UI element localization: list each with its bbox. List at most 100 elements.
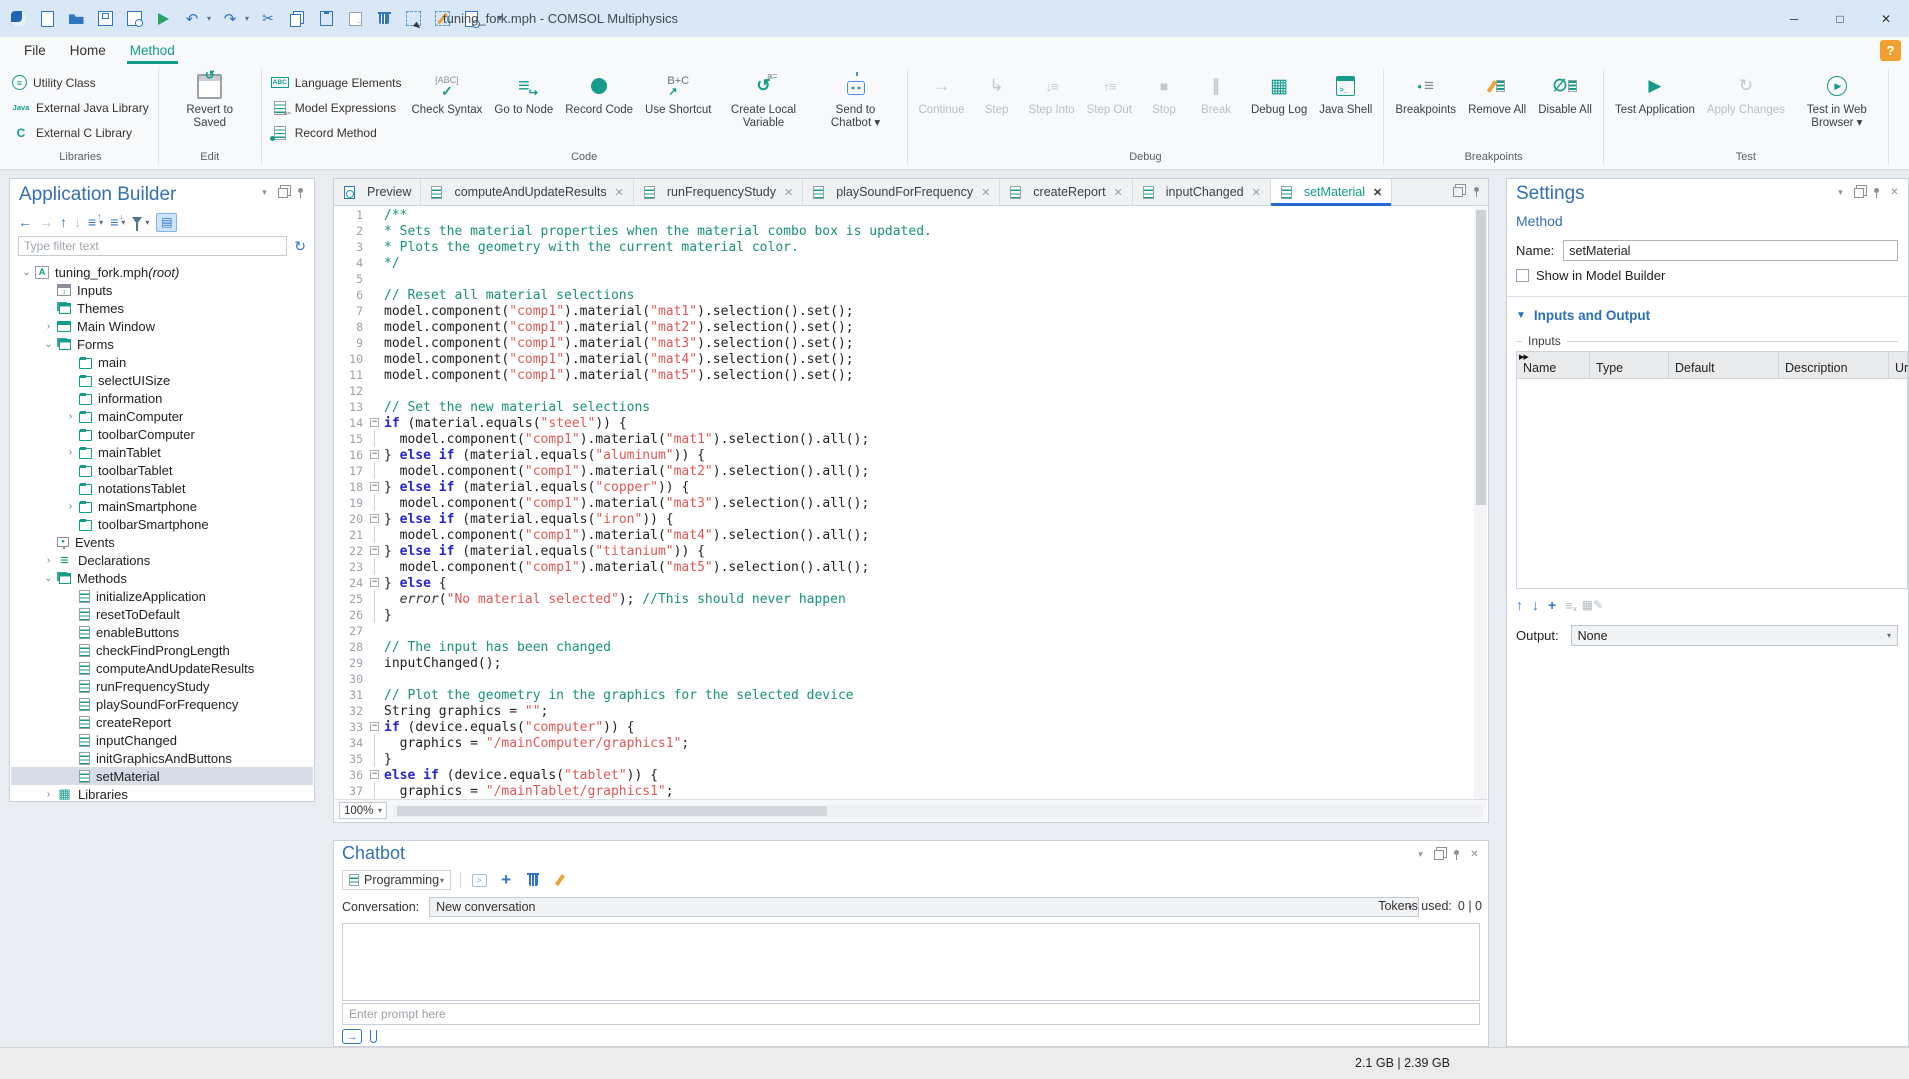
editor-zoom-control[interactable]: 100%▾ — [339, 802, 387, 819]
tree-item-tuning-fork-mph[interactable]: ⌄tuning_fork.mph (root) — [11, 263, 313, 281]
language-elements-button[interactable]: Language Elements — [271, 72, 402, 93]
fold-marker[interactable]: − — [369, 543, 384, 559]
expander-icon[interactable]: ⌄ — [41, 573, 56, 584]
disable-all-button[interactable]: Disable All — [1532, 68, 1598, 117]
tree-item-playsoundforfrequency[interactable]: playSoundForFrequency — [11, 695, 313, 713]
forward-icon[interactable]: → — [39, 214, 53, 230]
close-button[interactable]: ✕ — [1863, 0, 1909, 37]
inputs-table-body[interactable] — [1516, 379, 1908, 589]
tree-item-maincomputer[interactable]: ›mainComputer — [11, 407, 313, 425]
tree-item-toolbarsmartphone[interactable]: toolbarSmartphone — [11, 515, 313, 533]
collapse-icon[interactable]: − — [370, 578, 379, 587]
clear-conversation-icon[interactable] — [551, 871, 569, 889]
tree-item-themes[interactable]: Themes — [11, 299, 313, 317]
minimize-button[interactable]: ─ — [1771, 0, 1817, 37]
column-header-type[interactable]: Type — [1590, 352, 1669, 378]
undo-icon[interactable] — [182, 8, 202, 30]
panel-pin-icon[interactable] — [1869, 185, 1884, 200]
chevron-down-icon[interactable]: ▾ — [207, 14, 211, 23]
fold-marker[interactable]: − — [369, 511, 384, 527]
model-expressions-button[interactable]: Model Expressions — [271, 97, 402, 118]
inputs-and-output-section[interactable]: ▼ Inputs and Output — [1516, 308, 1898, 323]
maximize-editor-icon[interactable] — [1469, 184, 1484, 199]
go-to-node-button[interactable]: Go to Node — [488, 68, 559, 117]
scrollbar-thumb[interactable] — [397, 806, 827, 816]
send-prompt-icon[interactable]: → — [342, 1029, 362, 1044]
fold-marker[interactable]: − — [369, 447, 384, 463]
tree-item-enablebuttons[interactable]: enableButtons — [11, 623, 313, 641]
tree-item-setmaterial[interactable]: setMaterial — [11, 767, 313, 785]
tree-item-notationstablet[interactable]: notationsTablet — [11, 479, 313, 497]
close-tab-icon[interactable]: ✕ — [1114, 186, 1123, 199]
vertical-scrollbar[interactable] — [1474, 207, 1487, 799]
close-tab-icon[interactable]: ✕ — [1373, 186, 1382, 199]
tree-item-main[interactable]: main — [11, 353, 313, 371]
java-shell-button[interactable]: Java Shell — [1313, 68, 1378, 117]
attach-file-icon[interactable] — [370, 1030, 377, 1043]
expand-all-icon[interactable]: ≡↓ — [110, 214, 118, 230]
move-up-icon[interactable]: ↑ — [60, 214, 67, 230]
collapse-icon[interactable]: − — [370, 722, 379, 731]
expander-icon[interactable]: ⌄ — [41, 339, 56, 350]
editor-tab-runfrequencystudy[interactable]: runFrequencyStudy✕ — [634, 179, 803, 205]
send-to-chatbot-button[interactable]: Send to Chatbot ▾ — [810, 68, 902, 130]
record-code-button[interactable]: Record Code — [559, 68, 639, 117]
panel-menu-icon[interactable] — [1413, 847, 1428, 862]
tree-item-inputchanged[interactable]: inputChanged — [11, 731, 313, 749]
panel-close-icon[interactable] — [1887, 185, 1902, 200]
ribbon-tab-method[interactable]: Method — [118, 37, 187, 64]
split-editor-icon[interactable] — [1450, 184, 1465, 199]
fold-marker[interactable]: − — [369, 719, 384, 735]
expander-icon[interactable]: › — [41, 789, 56, 800]
close-tab-icon[interactable]: ✕ — [981, 186, 990, 199]
close-tab-icon[interactable]: ✕ — [784, 186, 793, 199]
panel-menu-icon[interactable] — [1833, 185, 1848, 200]
tree-item-libraries[interactable]: ›Libraries — [11, 785, 313, 800]
column-overflow-icon[interactable]: ▶▶ — [1519, 353, 1528, 361]
chatbot-prompt-input[interactable] — [342, 1003, 1480, 1025]
new-file-icon[interactable] — [37, 8, 57, 30]
collapse-all-icon[interactable]: ≡↑ — [88, 214, 96, 230]
duplicate-icon[interactable] — [345, 8, 365, 30]
save-as-icon[interactable] — [124, 8, 144, 30]
panel-close-icon[interactable] — [1467, 847, 1482, 862]
panel-float-icon[interactable] — [1851, 185, 1866, 200]
tree-item-information[interactable]: information — [11, 389, 313, 407]
utility-class-button[interactable]: Utility Class — [12, 72, 149, 93]
record-method-button[interactable]: Record Method — [271, 122, 402, 143]
column-header-un[interactable]: Un — [1889, 352, 1908, 378]
chatbot-mode-dropdown[interactable]: Programming ▾ — [342, 870, 451, 890]
fold-marker[interactable]: − — [369, 767, 384, 783]
save-icon[interactable] — [95, 8, 115, 30]
editor-tab-inputchanged[interactable]: inputChanged✕ — [1133, 179, 1271, 205]
tree-item-forms[interactable]: ⌄Forms — [11, 335, 313, 353]
external-java-library-button[interactable]: External Java Library — [12, 97, 149, 118]
maximize-button[interactable]: □ — [1817, 0, 1863, 37]
breakpoints-button[interactable]: Breakpoints — [1389, 68, 1462, 117]
collapse-icon[interactable]: − — [370, 770, 379, 779]
tree-item-checkfindpronglength[interactable]: checkFindProngLength — [11, 641, 313, 659]
delete-icon[interactable] — [374, 8, 394, 30]
collapse-icon[interactable]: − — [370, 482, 379, 491]
expander-icon[interactable]: › — [41, 555, 56, 566]
cut-icon[interactable] — [258, 8, 278, 30]
fold-marker[interactable]: − — [369, 575, 384, 591]
check-syntax-button[interactable]: Check Syntax — [405, 68, 488, 117]
add-input-icon[interactable]: + — [1548, 597, 1556, 613]
create-local-variable-button[interactable]: Create Local Variable — [718, 68, 810, 130]
tree-item-initializeapplication[interactable]: initializeApplication — [11, 587, 313, 605]
tree-item-createreport[interactable]: createReport — [11, 713, 313, 731]
expander-icon[interactable]: › — [63, 447, 78, 458]
test-application-button[interactable]: Test Application — [1609, 68, 1701, 117]
editor-tab-preview[interactable]: Preview — [334, 179, 421, 205]
expander-icon[interactable]: ⌄ — [19, 267, 34, 278]
move-up-icon[interactable]: ↑ — [1516, 597, 1523, 613]
panel-float-icon[interactable] — [1431, 847, 1446, 862]
show-in-model-builder-checkbox[interactable] — [1516, 269, 1529, 282]
tree-item-events[interactable]: Events — [11, 533, 313, 551]
open-in-window-icon[interactable] — [470, 871, 488, 889]
collapse-icon[interactable]: − — [370, 450, 379, 459]
revert-to-saved-button[interactable]: Revert to Saved — [164, 68, 256, 130]
expander-icon[interactable]: › — [63, 411, 78, 422]
back-icon[interactable]: ← — [18, 214, 32, 230]
